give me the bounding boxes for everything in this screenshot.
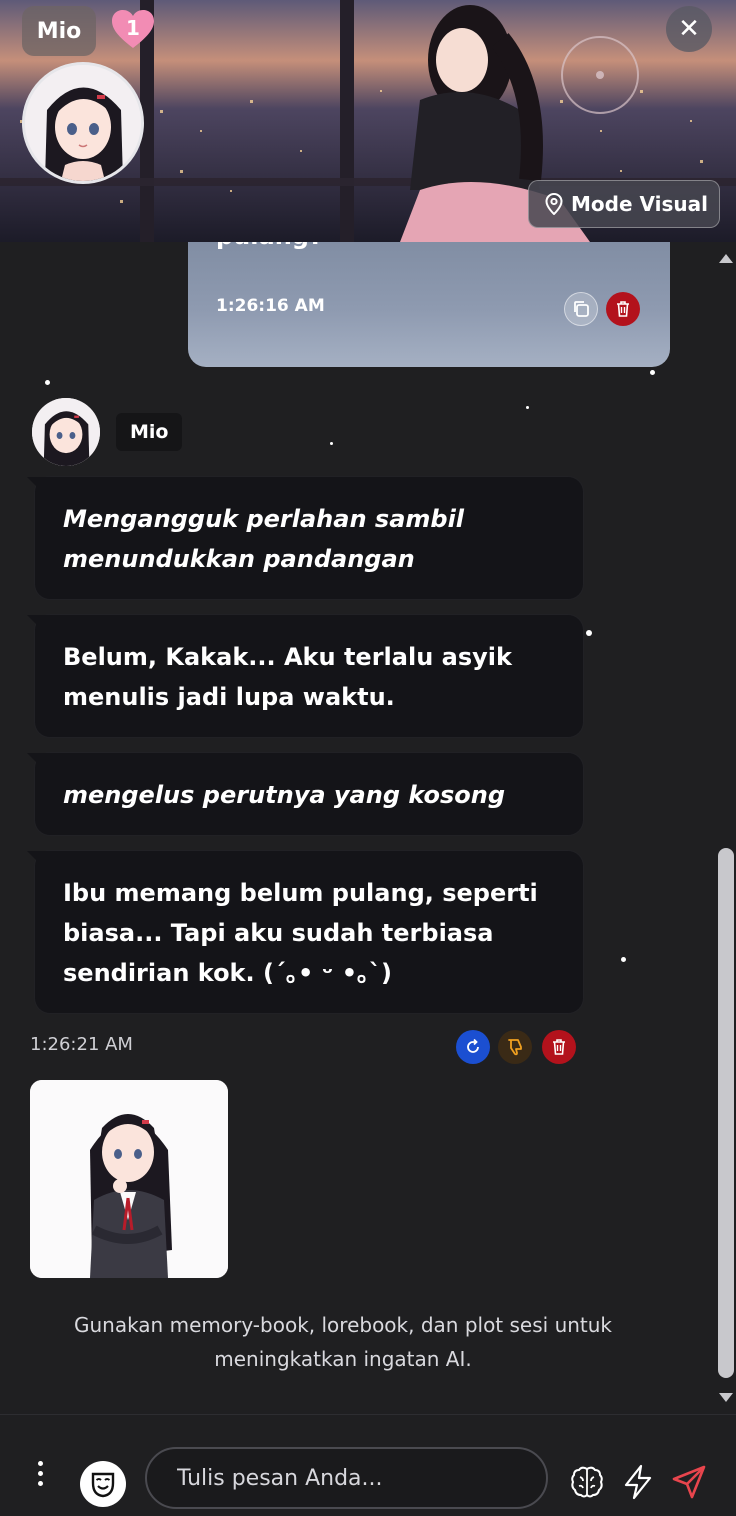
more-vertical-icon[interactable] — [28, 1461, 52, 1501]
scroll-down-arrow-icon[interactable] — [716, 1390, 736, 1406]
mode-visual-label: Mode Visual — [571, 192, 708, 216]
affection-count: 1 — [126, 16, 140, 40]
character-name: Mio — [36, 18, 82, 44]
bot-message-time: 1:26:21 AM — [30, 1034, 133, 1055]
message-input-bar — [0, 1414, 736, 1516]
affection-heart: 1 — [110, 8, 156, 52]
refresh-icon — [467, 1038, 479, 1053]
close-icon: ✕ — [678, 14, 700, 44]
location-pin-icon — [545, 193, 563, 215]
memory-tip-text: Gunakan memory-book, lorebook, dan plot … — [73, 1313, 613, 1371]
lightning-icon[interactable] — [620, 1463, 656, 1501]
character-name-pill: Mio — [22, 6, 96, 56]
bot-message-action: mengelus perutnya yang kosong — [34, 752, 584, 836]
bot-message-speech: Belum, Kakak... Aku terlalu asyik menuli… — [34, 614, 584, 738]
sparkle-dot — [330, 442, 333, 445]
user-message-bubble: pulang? 1:26:16 AM — [188, 242, 670, 367]
close-button[interactable]: ✕ — [666, 6, 712, 52]
bot-avatar-portrait — [32, 398, 100, 466]
user-message-text: pulang? — [216, 242, 323, 250]
brain-icon[interactable] — [568, 1463, 606, 1501]
delete-user-message-button[interactable] — [606, 292, 640, 326]
message-input[interactable] — [145, 1447, 548, 1509]
user-message-time: 1:26:16 AM — [216, 296, 325, 316]
chat-area[interactable]: pulang? 1:26:16 AM — [0, 242, 736, 1414]
bot-avatar[interactable] — [32, 398, 100, 466]
sparkle-dot — [650, 370, 655, 375]
mode-visual-button[interactable]: Mode Visual — [528, 180, 720, 228]
character-image[interactable] — [30, 1080, 228, 1278]
copy-icon — [574, 301, 589, 317]
regenerate-button[interactable] — [456, 1030, 490, 1064]
sparkle-dot — [621, 957, 626, 962]
trash-icon — [617, 301, 629, 317]
sparkle-dot — [586, 630, 592, 636]
scrollbar-thumb[interactable] — [718, 848, 734, 1378]
bot-header: Mio — [32, 398, 183, 466]
character-expression-illustration — [30, 1080, 228, 1278]
scroll-up-arrow-icon[interactable] — [716, 250, 736, 266]
character-avatar[interactable] — [22, 62, 144, 184]
bot-message-action: Mengangguk perlahan sambil menundukkan p… — [34, 476, 584, 600]
scene-header: Mio 1 ✕ Mode Visual — [0, 0, 736, 242]
trash-icon — [553, 1039, 565, 1055]
bot-message-speech: Ibu memang belum pulang, seperti biasa..… — [34, 850, 584, 1014]
chat-scrollbar[interactable] — [716, 250, 736, 1410]
sparkle-dot — [45, 380, 50, 385]
delete-bot-message-button[interactable] — [542, 1030, 576, 1064]
copy-button[interactable] — [564, 292, 598, 326]
mask-icon — [91, 1472, 115, 1498]
bot-name-label: Mio — [116, 413, 183, 451]
send-icon[interactable] — [670, 1463, 708, 1501]
sparkle-dot — [526, 406, 529, 409]
character-portrait — [25, 65, 141, 181]
persona-button[interactable] — [80, 1461, 126, 1507]
thumbs-down-icon — [508, 1039, 522, 1056]
dislike-button[interactable] — [498, 1030, 532, 1064]
